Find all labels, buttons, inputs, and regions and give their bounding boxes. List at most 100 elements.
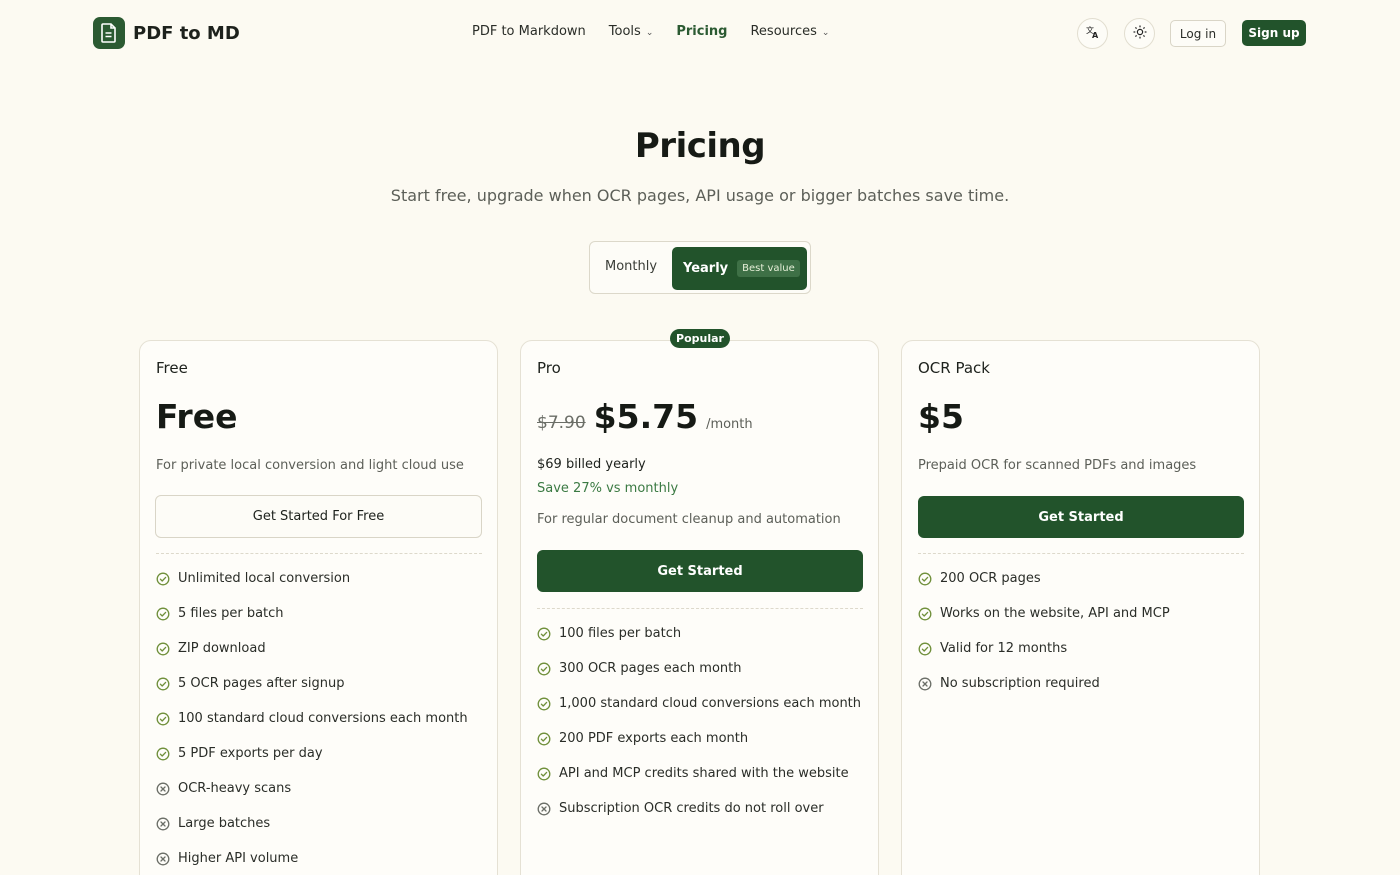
theme-toggle-button[interactable] xyxy=(1124,18,1155,49)
feature-item: Higher API volume xyxy=(156,841,468,875)
logo-text: PDF to MD xyxy=(133,22,240,44)
check-circle-icon xyxy=(156,572,170,586)
feature-list: 200 OCR pages Works on the website, API a… xyxy=(918,561,1170,701)
check-circle-icon xyxy=(156,607,170,621)
plan-card-free: Free Free For private local conversion a… xyxy=(139,340,498,875)
divider xyxy=(156,553,482,554)
feature-text: 200 OCR pages xyxy=(940,571,1041,586)
feature-item: 200 PDF exports each month xyxy=(537,721,861,756)
check-circle-icon xyxy=(537,732,551,746)
feature-text: 100 files per batch xyxy=(559,626,682,641)
feature-item: 100 files per batch xyxy=(537,616,861,651)
yearly-label: Yearly xyxy=(683,261,729,276)
check-circle-icon xyxy=(537,697,551,711)
feature-item: 5 OCR pages after signup xyxy=(156,666,468,701)
feature-text: 1,000 standard cloud conversions each mo… xyxy=(559,696,862,711)
check-circle-icon xyxy=(918,607,932,621)
feature-item: Large batches xyxy=(156,806,468,841)
monthly-option[interactable]: Monthly xyxy=(605,259,657,274)
x-circle-icon xyxy=(156,782,170,796)
feature-item: 5 PDF exports per day xyxy=(156,736,468,771)
site-header: PDF to MD PDF to Markdown Tools ⌄ Pricing… xyxy=(0,0,1400,66)
plan-description: For private local conversion and light c… xyxy=(156,458,464,473)
nav-pdf-to-markdown[interactable]: PDF to Markdown xyxy=(472,24,586,39)
feature-item: OCR-heavy scans xyxy=(156,771,468,806)
feature-item: Subscription OCR credits do not roll ove… xyxy=(537,791,861,826)
page-subtitle: Start free, upgrade when OCR pages, API … xyxy=(390,186,1010,205)
get-started-free-button[interactable]: Get Started For Free xyxy=(155,495,482,538)
main-nav: PDF to Markdown Tools ⌄ Pricing Resources… xyxy=(472,24,852,39)
feature-item: 200 OCR pages xyxy=(918,561,1170,596)
plan-card-ocr-pack: OCR Pack $5 Prepaid OCR for scanned PDFs… xyxy=(901,340,1260,875)
nav-tools[interactable]: Tools ⌄ xyxy=(609,24,654,39)
nav-resources[interactable]: Resources ⌄ xyxy=(750,24,829,39)
feature-text: Valid for 12 months xyxy=(940,641,1068,656)
popular-badge: Popular xyxy=(670,329,730,348)
feature-list: 100 files per batch 300 OCR pages each mo… xyxy=(537,616,861,826)
translate-icon: 文A xyxy=(1086,24,1100,43)
feature-text: OCR-heavy scans xyxy=(178,781,292,796)
plan-name: OCR Pack xyxy=(918,359,990,377)
feature-text: 300 OCR pages each month xyxy=(559,661,742,676)
nav-pricing[interactable]: Pricing xyxy=(676,24,727,39)
plan-price: $5 xyxy=(918,397,964,436)
feature-text: API and MCP credits shared with the webs… xyxy=(559,766,849,781)
feature-item: Valid for 12 months xyxy=(918,631,1170,666)
check-circle-icon xyxy=(156,677,170,691)
plan-name: Free xyxy=(156,359,188,377)
chevron-down-icon: ⌄ xyxy=(645,27,654,38)
feature-item: ZIP download xyxy=(156,631,468,666)
plan-price: $5.75 xyxy=(593,397,699,436)
get-started-pro-button[interactable]: Get Started xyxy=(537,550,863,592)
feature-item: 1,000 standard cloud conversions each mo… xyxy=(537,686,861,721)
check-circle-icon xyxy=(918,572,932,586)
nav-label: Pricing xyxy=(676,24,728,39)
feature-text: 100 standard cloud conversions each mont… xyxy=(178,711,468,726)
plan-description: For regular document cleanup and automat… xyxy=(537,512,841,527)
check-circle-icon xyxy=(537,767,551,781)
feature-item: No subscription required xyxy=(918,666,1170,701)
x-circle-icon xyxy=(156,852,170,866)
svg-text:A: A xyxy=(1092,31,1099,39)
plan-description: Prepaid OCR for scanned PDFs and images xyxy=(918,458,1197,473)
nav-label: Resources xyxy=(750,24,817,39)
feature-text: Unlimited local conversion xyxy=(178,571,351,586)
check-circle-icon xyxy=(537,627,551,641)
feature-item: 300 OCR pages each month xyxy=(537,651,861,686)
feature-text: 5 files per batch xyxy=(178,606,284,621)
feature-text: No subscription required xyxy=(940,676,1100,691)
feature-text: Works on the website, API and MCP xyxy=(940,606,1170,621)
page-title: Pricing xyxy=(634,126,766,166)
feature-text: ZIP download xyxy=(178,641,266,656)
language-button[interactable]: 文A xyxy=(1077,18,1108,49)
billed-yearly: $69 billed yearly xyxy=(537,457,646,472)
login-button[interactable]: Log in xyxy=(1170,20,1226,47)
feature-text: Large batches xyxy=(178,816,271,831)
nav-label: Tools xyxy=(608,24,641,39)
logo[interactable]: PDF to MD xyxy=(93,17,240,49)
plan-price: Free xyxy=(156,397,238,436)
price-period: /month xyxy=(706,417,753,432)
feature-item: 5 files per batch xyxy=(156,596,468,631)
feature-text: Subscription OCR credits do not roll ove… xyxy=(559,801,824,816)
feature-item: Unlimited local conversion xyxy=(156,561,468,596)
billing-toggle: Monthly Yearly Best value xyxy=(589,241,811,294)
yearly-option[interactable]: Yearly Best value xyxy=(672,247,807,290)
divider xyxy=(918,553,1244,554)
price-row: $7.90 $5.75 /month xyxy=(537,397,753,436)
feature-item: 100 standard cloud conversions each mont… xyxy=(156,701,468,736)
feature-item: API and MCP credits shared with the webs… xyxy=(537,756,861,791)
check-circle-icon xyxy=(156,712,170,726)
sun-icon xyxy=(1133,24,1147,43)
check-circle-icon xyxy=(156,642,170,656)
get-started-ocr-button[interactable]: Get Started xyxy=(918,496,1244,538)
feature-text: 5 PDF exports per day xyxy=(178,746,323,761)
check-circle-icon xyxy=(537,662,551,676)
feature-text: Higher API volume xyxy=(178,851,299,866)
signup-button[interactable]: Sign up xyxy=(1242,20,1306,46)
x-circle-icon xyxy=(537,802,551,816)
feature-text: 200 PDF exports each month xyxy=(559,731,749,746)
best-value-badge: Best value xyxy=(737,260,800,277)
savings-note: Save 27% vs monthly xyxy=(537,481,679,496)
check-circle-icon xyxy=(156,747,170,761)
